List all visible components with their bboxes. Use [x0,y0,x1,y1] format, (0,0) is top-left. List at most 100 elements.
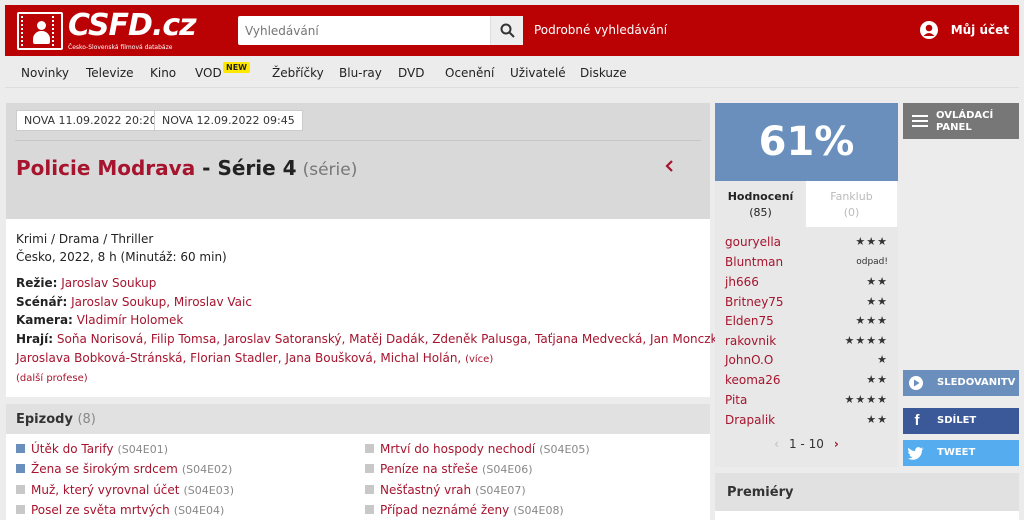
premieres-title[interactable]: Premiéry [715,473,1019,511]
tweet-button[interactable]: TWEET [903,440,1019,466]
star-rating: ★★ [866,295,888,308]
episode-code: (S04E06) [482,463,533,476]
user-link[interactable]: Drapalik [725,413,775,427]
search-box [238,16,523,45]
episode-link[interactable]: Nešťastný vrah [380,483,471,497]
nav-item-dvd[interactable]: DVD [398,66,424,80]
nav-item-zebricky[interactable]: Žebříčky [272,66,324,80]
account-button[interactable]: Můj účet [919,21,1009,39]
tab-fanclub[interactable]: Fanklub (0) [806,181,897,227]
episode-item[interactable]: Útěk do Tarify (S04E01) [16,442,168,456]
tweet-label: TWEET [937,447,976,458]
star-rating: ★★★ [855,235,888,248]
episode-link[interactable]: Případ neznámé ženy [380,503,509,517]
episode-item[interactable]: Žena se širokým srdcem (S04E02) [16,462,232,476]
director-line: Režie: Jaroslav Soukup [16,276,156,290]
episodes-header: Epizody (8) [6,404,710,434]
episode-code: (S04E04) [173,504,225,517]
control-panel-button[interactable]: OVLÁDACÍ PANEL [903,103,1019,139]
rating-row: gouryella ★★★ [725,235,888,249]
facebook-share-button[interactable]: f SDÍLET [903,408,1019,434]
star-rating: ★★★★ [844,393,888,406]
airing-tag[interactable]: NOVA 11.09.2022 20:20 [16,110,165,131]
episode-link[interactable]: Peníze na střeše [380,462,478,476]
tab-ratings-label: Hodnocení [727,190,794,203]
advanced-search-link[interactable]: Podrobné vyhledávání [534,23,667,37]
rating-row: keoma26 ★★ [725,373,888,387]
user-link[interactable]: Pita [725,393,747,407]
search-button[interactable] [490,16,523,45]
episode-link[interactable]: Posel ze světa mrtvých [31,503,170,517]
search-icon [500,23,515,38]
camera-label: Kamera: [16,313,73,327]
user-link[interactable]: Elden75 [725,314,774,328]
film-title-link[interactable]: Policie Modrava [16,156,195,180]
play-icon [903,370,931,396]
film-info: Krimi / Drama / Thriller Česko, 2022, 8 … [6,219,728,397]
nav-item-kino[interactable]: Kino [150,66,176,80]
star-rating: odpad! [856,257,888,267]
episode-link[interactable]: Mrtví do hospody nechodí [380,442,535,456]
episode-item[interactable]: Nešťastný vrah (S04E07) [365,483,526,497]
film-header: NOVA 11.09.2022 20:20 NOVA 12.09.2022 09… [6,103,710,219]
star-rating: ★★★★ [844,334,888,347]
control-panel-label: OVLÁDACÍ PANEL [936,110,994,133]
next-page-icon[interactable]: › [834,437,839,451]
nav-item-uzivatele[interactable]: Uživatelé [510,66,566,80]
user-link[interactable]: keoma26 [725,373,781,387]
user-link[interactable]: Britney75 [725,295,784,309]
camera-link[interactable]: Vladimír Holomek [77,313,184,327]
main-nav: Novinky Televize Kino VOD NEW Žebříčky B… [5,56,1019,88]
ratings-pager: ‹ 1 - 10 › [715,437,898,451]
sledovanitv-label: SLEDOVANITV [937,377,1016,388]
episode-link[interactable]: Útěk do Tarify [31,442,114,456]
nav-item-bluray[interactable]: Blu-ray [339,66,382,80]
more-professions-link[interactable]: (další profese) [16,373,88,384]
rating-score: 61% [715,103,898,181]
episode-item[interactable]: Muž, který vyrovnal účet (S04E03) [16,483,234,497]
tab-ratings[interactable]: Hodnocení (85) [715,181,806,227]
nav-item-diskuze[interactable]: Diskuze [580,66,627,80]
cast-links[interactable]: Jaroslava Bobková-Stránská, Florian Stad… [16,351,461,365]
user-link[interactable]: Bluntman [725,255,783,269]
episode-item[interactable]: Mrtví do hospody nechodí (S04E05) [365,442,590,456]
rating-row: JohnO.O ★ [725,353,888,367]
episode-link[interactable]: Muž, který vyrovnal účet [31,483,180,497]
site-logo[interactable]: CSFD.cz Česko-Slovenská filmová databáze [17,8,197,51]
airing-tag[interactable]: NOVA 12.09.2022 09:45 [154,110,303,131]
episode-item[interactable]: Peníze na střeše (S04E06) [365,462,533,476]
director-link[interactable]: Jaroslav Soukup [61,276,156,290]
star-rating: ★ [877,353,888,366]
episode-item[interactable]: Případ neznámé ženy (S04E08) [365,503,564,517]
film-type: (série) [302,160,358,180]
episode-marker [365,444,374,453]
user-link[interactable]: rakovnik [725,334,776,348]
site-header: CSFD.cz Česko-Slovenská filmová databáze… [5,5,1019,56]
star-rating: ★★★ [855,314,888,327]
more-cast-link[interactable]: (více) [465,354,493,365]
rating-row: jh666 ★★ [725,275,888,289]
episode-link[interactable]: Žena se širokým srdcem [31,462,178,476]
prev-page-icon[interactable]: ‹ [774,437,779,451]
nav-item-oceneni[interactable]: Ocenění [445,66,494,80]
nav-item-televize[interactable]: Televize [86,66,134,80]
search-input[interactable] [238,16,488,45]
user-link[interactable]: JohnO.O [725,353,773,367]
cast-links[interactable]: Soňa Norisová, Filip Tomsa, Jaroslav Sat… [57,332,729,346]
title-separator: - [195,156,218,180]
user-link[interactable]: jh666 [725,275,759,289]
episode-marker [16,464,25,473]
episode-marker [16,444,25,453]
episode-item[interactable]: Posel ze světa mrtvých (S04E04) [16,503,224,517]
logo-text: CSFD.cz [68,8,197,43]
premieres-panel: Premiéry [715,473,1019,520]
sledovanitv-button[interactable]: SLEDOVANITV [903,370,1019,396]
episode-code: (S04E05) [539,443,590,456]
cast-label: Hrají: [16,332,54,346]
nav-item-vod[interactable]: VOD [195,66,222,80]
nav-item-novinky[interactable]: Novinky [21,66,69,80]
user-link[interactable]: gouryella [725,235,781,249]
twitter-icon [903,440,931,466]
chevron-left-icon[interactable] [663,159,677,173]
writer-links[interactable]: Jaroslav Soukup, Miroslav Vaic [71,295,252,309]
